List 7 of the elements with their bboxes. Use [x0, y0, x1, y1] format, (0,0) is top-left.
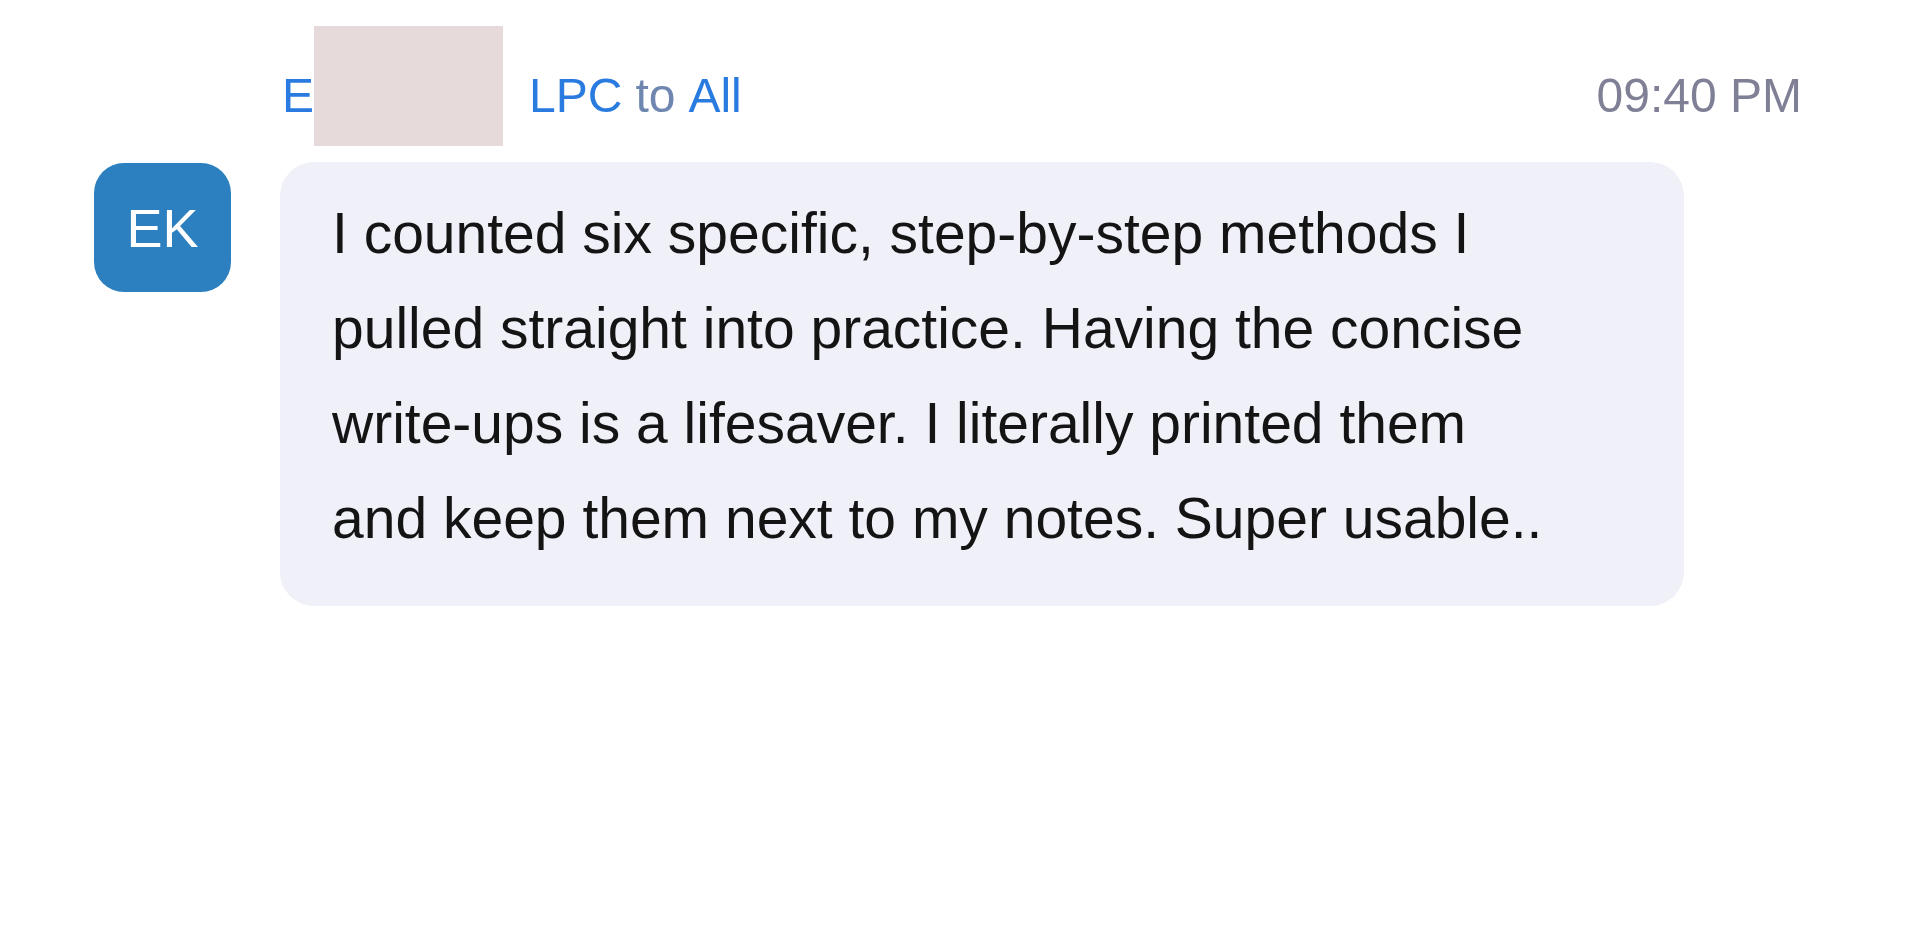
sender-name: LPC [529, 72, 623, 124]
message-time: 09:40 PM [1596, 72, 1802, 124]
recipient-name: All [688, 72, 742, 124]
message-text: I counted six specific, step-by-step methods I pulled straight into practice. Having the concise write-ups is a lifesaver. I literally printed them and keep them next to my notes. Super usable.. [332, 200, 1544, 552]
recipient-connector: to [635, 72, 676, 124]
sender-name: E [282, 72, 314, 124]
avatar: EK [94, 163, 231, 292]
